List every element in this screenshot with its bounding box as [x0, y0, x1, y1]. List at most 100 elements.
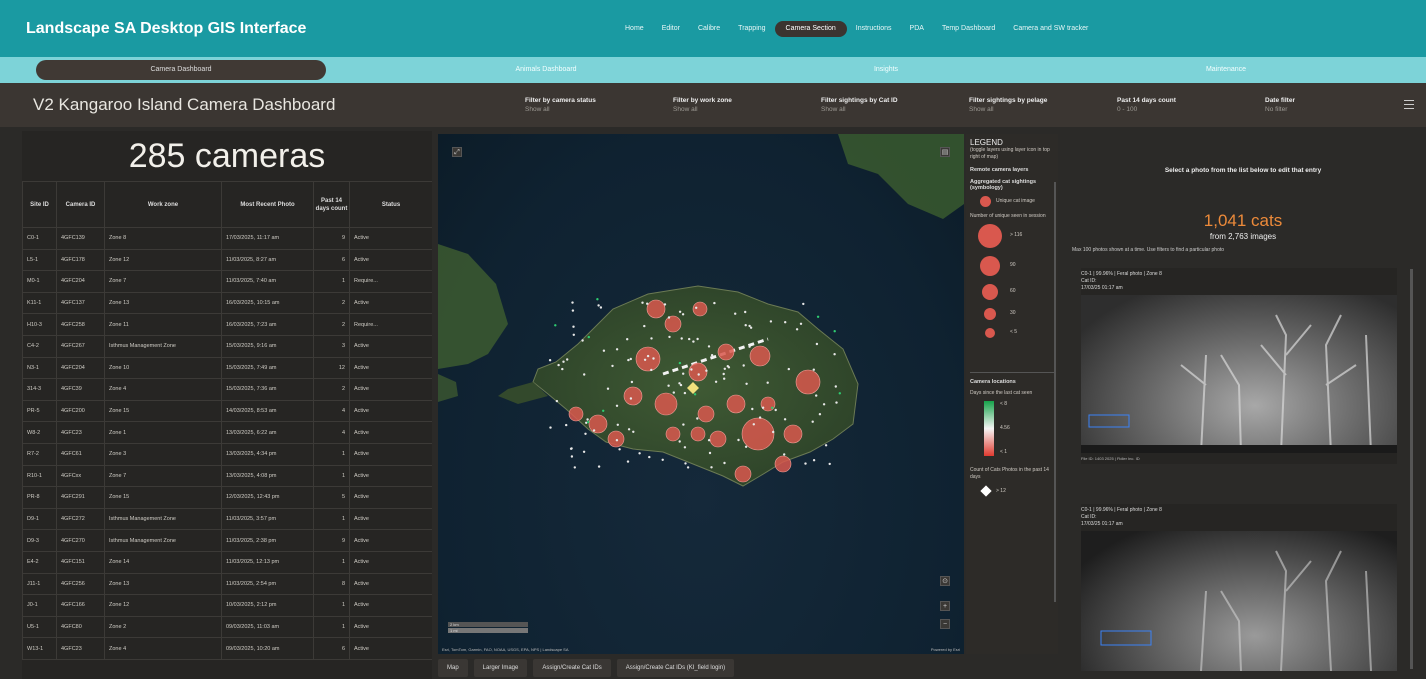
sighting-cluster[interactable]: [717, 343, 735, 361]
camera-location-dot[interactable]: [561, 367, 564, 371]
camera-location-dot[interactable]: [833, 330, 836, 333]
sighting-cluster[interactable]: [774, 455, 792, 473]
col-status[interactable]: Status: [349, 181, 432, 228]
camera-location-dot[interactable]: [652, 357, 655, 360]
camera-location-dot[interactable]: [683, 391, 687, 395]
camera-location-dot[interactable]: [769, 320, 773, 323]
camera-location-dot[interactable]: [597, 304, 600, 307]
camera-location-dot[interactable]: [548, 359, 552, 362]
col-work-zone[interactable]: Work zone: [104, 181, 222, 228]
camera-location-dot[interactable]: [683, 446, 687, 449]
camera-location-dot[interactable]: [787, 367, 790, 371]
nav-trapping[interactable]: Trapping: [729, 21, 774, 37]
zoom-out-icon[interactable]: −: [940, 619, 950, 629]
table-row[interactable]: J11-1 4GFC256 Zone 13 11/03/2025, 2:54 pm 8 A…: [22, 572, 432, 596]
camera-location-dot[interactable]: [615, 439, 619, 442]
camera-location-dot[interactable]: [586, 418, 589, 421]
camera-location-dot[interactable]: [783, 418, 787, 421]
table-row[interactable]: H10-3 4GFC258 Zone 11 16/03/2025, 7:23 am 2 R…: [22, 313, 432, 336]
camera-location-dot[interactable]: [626, 338, 629, 341]
camera-location-dot[interactable]: [643, 358, 647, 361]
camera-location-dot[interactable]: [572, 333, 575, 336]
camera-location-dot[interactable]: [737, 438, 740, 442]
sighting-cluster[interactable]: [688, 362, 708, 382]
camera-location-dot[interactable]: [596, 298, 599, 301]
camera-location-dot[interactable]: [573, 466, 576, 469]
camera-location-dot[interactable]: [606, 387, 610, 390]
camera-location-dot[interactable]: [774, 408, 777, 412]
camera-location-dot[interactable]: [771, 406, 774, 409]
camera-location-dot[interactable]: [661, 458, 664, 461]
camera-location-dot[interactable]: [571, 309, 575, 312]
camera-location-dot[interactable]: [678, 310, 682, 313]
col-camera-id[interactable]: Camera ID: [56, 181, 105, 228]
assign-cat-ids-field-button[interactable]: Assign/Create Cat IDs (KI_field login): [616, 658, 735, 677]
sighting-cluster[interactable]: [588, 414, 608, 434]
camera-location-dot[interactable]: [549, 426, 552, 429]
camera-location-dot[interactable]: [713, 301, 716, 305]
expand-icon[interactable]: ⤢: [452, 147, 462, 157]
sighting-cluster[interactable]: [692, 301, 708, 317]
camera-location-dot[interactable]: [581, 339, 584, 342]
camera-location-dot[interactable]: [627, 428, 631, 431]
photo-scrollbar[interactable]: [1410, 269, 1413, 669]
camera-location-dot[interactable]: [626, 460, 630, 463]
table-row[interactable]: PR-5 4GFC200 Zone 15 14/03/2025, 8:53 am 4 Ac…: [22, 399, 432, 423]
camera-location-dot[interactable]: [818, 413, 822, 416]
camera-location-dot[interactable]: [583, 373, 586, 376]
camera-location-dot[interactable]: [682, 372, 685, 375]
camera-location-dot[interactable]: [761, 406, 765, 409]
table-row[interactable]: M0-1 4GFC204 Zone 7 11/03/2025, 7:40 am 1 Req…: [22, 270, 432, 293]
table-row[interactable]: R10-1 4GFCxx Zone 7 13/03/2025, 4:08 pm 1 Act…: [22, 464, 432, 488]
photo-card[interactable]: C0-1 | 99.96% | Feral photo | Zone 8 Cat…: [1081, 268, 1397, 464]
camera-location-dot[interactable]: [688, 337, 691, 341]
camera-location-dot[interactable]: [815, 342, 819, 346]
camera-location-dot[interactable]: [599, 306, 603, 309]
camera-location-dot[interactable]: [696, 337, 699, 341]
map-view[interactable]: 2 km 1 mi ⤢ ▤ ⊙ + − Esri, TomTom, Garmin…: [438, 134, 964, 654]
camera-location-dot[interactable]: [592, 429, 596, 432]
camera-location-dot[interactable]: [572, 325, 575, 328]
tab-maintenance[interactable]: Maintenance: [1056, 60, 1396, 80]
camera-location-dot[interactable]: [812, 368, 815, 371]
table-row[interactable]: K11-1 4GFC137 Zone 13 16/03/2025, 10:15 am 2…: [22, 291, 432, 315]
camera-location-dot[interactable]: [587, 420, 590, 424]
nav-camera-section[interactable]: Camera Section: [774, 20, 847, 37]
camera-location-dot[interactable]: [615, 404, 619, 407]
camera-location-dot[interactable]: [710, 354, 714, 357]
camera-location-dot[interactable]: [602, 349, 606, 352]
camera-location-dot[interactable]: [615, 348, 619, 351]
camera-location-dot[interactable]: [835, 401, 838, 404]
camera-location-dot[interactable]: [646, 354, 650, 358]
camera-location-dot[interactable]: [802, 302, 805, 306]
camera-location-dot[interactable]: [672, 391, 675, 394]
filter-past-14-days[interactable]: Past 14 days count 0 - 100: [1117, 96, 1265, 114]
camera-location-dot[interactable]: [748, 345, 751, 348]
camera-location-dot[interactable]: [682, 423, 685, 426]
sighting-cluster[interactable]: [568, 406, 584, 422]
camera-location-dot[interactable]: [783, 453, 786, 456]
camera-location-dot[interactable]: [597, 465, 601, 468]
camera-location-dot[interactable]: [680, 337, 683, 340]
camera-location-dot[interactable]: [828, 462, 831, 466]
nav-pda[interactable]: PDA: [901, 21, 933, 37]
camera-location-dot[interactable]: [566, 358, 569, 361]
sighting-cluster[interactable]: [607, 430, 625, 448]
table-row[interactable]: W8-2 4GFC23 Zone 1 13/03/2025, 6:22 am 4 Acti…: [22, 421, 432, 444]
camera-location-dot[interactable]: [723, 377, 726, 380]
camera-location-dot[interactable]: [571, 301, 574, 304]
camera-location-dot[interactable]: [710, 466, 713, 469]
camera-location-dot[interactable]: [629, 357, 632, 361]
camera-location-dot[interactable]: [804, 462, 807, 465]
table-row[interactable]: C0-1 4GFC139 Zone 8 17/03/2025, 11:17 am 9 Ac…: [22, 227, 432, 250]
camera-location-dot[interactable]: [681, 313, 685, 316]
camera-location-dot[interactable]: [811, 420, 814, 423]
camera-location-dot[interactable]: [705, 369, 708, 372]
assign-cat-ids-button[interactable]: Assign/Create Cat IDs: [533, 658, 611, 677]
camera-location-dot[interactable]: [697, 373, 700, 376]
camera-location-dot[interactable]: [618, 448, 621, 451]
camera-location-dot[interactable]: [627, 358, 630, 362]
nav-camera-sw-tracker[interactable]: Camera and SW tracker: [1004, 21, 1097, 37]
camera-location-dot[interactable]: [638, 452, 641, 455]
camera-location-dot[interactable]: [726, 365, 729, 368]
